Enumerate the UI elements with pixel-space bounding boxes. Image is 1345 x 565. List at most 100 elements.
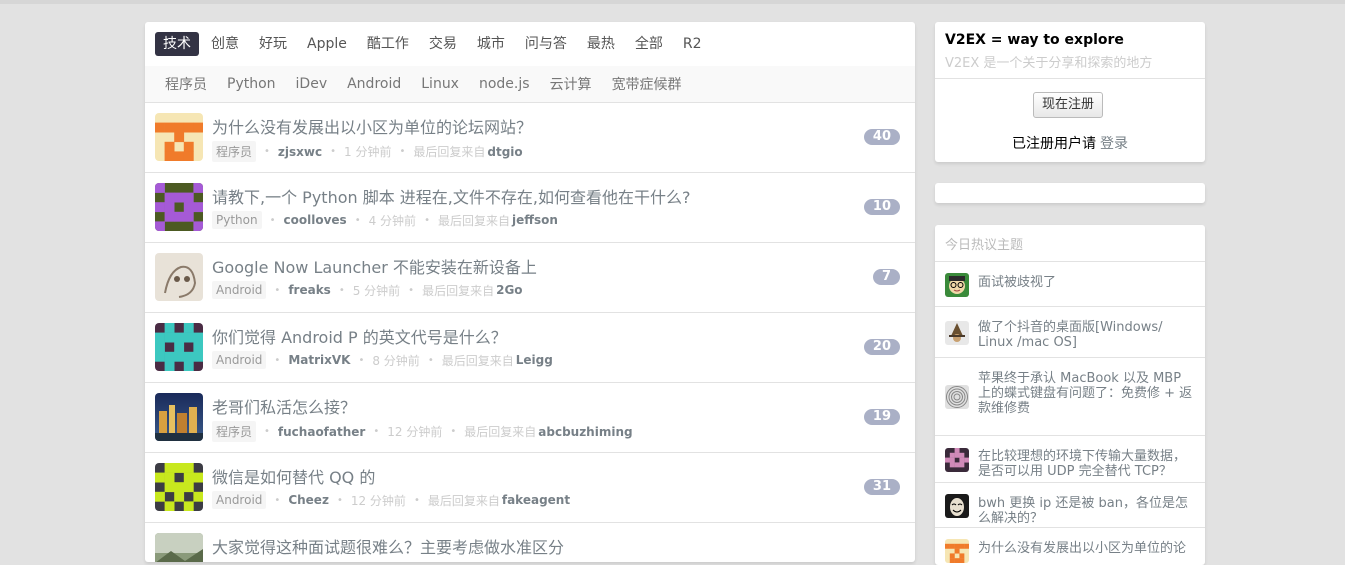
hot-topics-box: 今日热议主题 面试被歧视了 做了个抖音的桌面版[Windows/ Linux /m… [935,225,1205,565]
topic-row: 请教下,一个 Python 脚本 进程在,文件不存在,如何查看他在干什么? Pyt… [145,173,915,243]
wizard-avatar[interactable] [945,321,969,345]
site-description: V2EX 是一个关于分享和探索的地方 [945,56,1153,71]
reply-count-badge[interactable]: 19 [863,409,900,425]
welcome-box: V2EX = way to explore V2EX 是一个关于分享和探索的地方… [935,22,1205,162]
topic-title-link[interactable]: 大家觉得这种面试题很难么？主要考虑做水准区分 [212,534,564,558]
topic-row: 大家觉得这种面试题很难么？主要考虑做水准区分 [145,523,915,562]
node-tag[interactable]: 程序员 [212,141,257,162]
pink-pixel-avatar[interactable] [945,448,969,472]
mask-avatar[interactable] [945,494,969,518]
node-link-1[interactable]: Python [217,76,286,92]
separator-dot: • [408,284,415,296]
tab-10[interactable]: R2 [675,32,710,56]
node-link-6[interactable]: 云计算 [540,74,602,94]
separator-dot: • [358,354,365,366]
node-link-3[interactable]: Android [337,76,411,92]
author-link[interactable]: fuchaofather [278,425,365,439]
login-link[interactable]: 登录 [1100,136,1128,152]
tab-7[interactable]: 问与答 [517,32,575,56]
topic-list-box: 技术 创意 好玩 Apple 酷工作 交易 城市 问与答 最热 全部 R2 程序员 Python iDe… [145,22,915,562]
last-reply-user[interactable]: jeffson [512,213,558,227]
separator-dot: • [269,214,276,226]
node-tag[interactable]: Android [212,351,267,369]
last-reply-user[interactable]: Leigg [516,353,553,367]
last-reply-label: 最后回复来自 [441,353,514,368]
purple-pixel-avatar[interactable] [155,183,203,231]
reply-count-badge[interactable]: 20 [863,339,900,355]
separator-dot: • [264,426,270,437]
node-link-7[interactable]: 宽带症候群 [602,74,692,94]
node-tag[interactable]: Python [212,211,262,229]
topic-list: 为什么没有发展出以小区为单位的论坛网站？ 程序员 • zjsxwc • 1 分钟前 • 最后回… [145,103,915,562]
author-link[interactable]: coolloves [284,213,347,227]
post-time: 5 分钟前 [352,283,401,298]
tab-6[interactable]: 城市 [469,32,513,56]
last-reply-user[interactable]: abcbuzhiming [538,425,632,439]
post-time: 4 分钟前 [368,213,417,228]
last-reply-user[interactable]: 2Go [496,283,522,297]
sketch-avatar[interactable] [155,253,203,301]
tab-8[interactable]: 最热 [579,32,623,56]
topic-row: 你们觉得 Android P 的英文代号是什么？ Android • MatrixVK… [145,313,915,383]
topic-title-link[interactable]: 为什么没有发展出以小区为单位的论坛网站？ [212,114,532,138]
tab-5[interactable]: 交易 [421,32,465,56]
last-reply-label: 最后回复来自 [413,145,486,159]
author-link[interactable]: zjsxwc [278,145,322,159]
last-reply-label: 最后回复来自 [437,213,510,228]
teal-pixel-avatar[interactable] [155,323,203,371]
topic-meta: Android • MatrixVK • 8 分钟前 • 最后回复来自 Leigg [212,351,553,369]
last-reply-user[interactable]: fakeagent [502,493,570,507]
lime-pixel-avatar[interactable] [155,463,203,511]
node-link-5[interactable]: node.js [469,76,540,92]
tab-1[interactable]: 创意 [203,32,247,56]
hot-topic-link[interactable]: 做了个抖音的桌面版[Windows/ Linux /mac OS] [978,320,1193,350]
reply-count-badge[interactable]: 31 [863,479,900,495]
node-tag[interactable]: Android [212,491,267,509]
node-tag[interactable]: Android [212,281,267,299]
hot-topic-link[interactable]: bwh 更换 ip 还是被 ban，各位是怎么解决的？ [978,496,1193,526]
last-reply-user[interactable]: dtgio [487,145,522,159]
topic-meta: Python • coolloves • 4 分钟前 • 最后回复来自 jeffson [212,211,558,229]
glasses-face-avatar[interactable] [945,273,969,297]
fingerprint-avatar[interactable] [945,385,969,409]
orange-pixel-avatar[interactable] [945,539,969,563]
hot-topic-link[interactable]: 苹果终于承认 MacBook 以及 MBP 上的蝶式键盘有问题了：免费修 + 返… [978,371,1193,416]
tab-3[interactable]: Apple [299,32,355,56]
hot-topic-link[interactable]: 面试被歧视了 [978,275,1193,290]
separator-dot: • [424,214,430,226]
topic-title-link[interactable]: 你们觉得 Android P 的英文代号是什么？ [212,324,507,348]
landscape-photo-avatar[interactable] [155,533,203,562]
node-link-0[interactable]: 程序员 [155,74,217,94]
topic-title-link[interactable]: 请教下,一个 Python 脚本 进程在,文件不存在,如何查看他在干什么? [212,184,690,208]
separator-dot: • [336,494,343,506]
author-link[interactable]: Cheez [288,493,329,507]
reply-count-badge[interactable]: 10 [863,199,900,215]
topic-title-link[interactable]: Google Now Launcher 不能安装在新设备上 [212,254,537,278]
author-link[interactable]: MatrixVK [288,353,350,367]
hot-topic-link[interactable]: 在比较理想的环境下传输大量数据，是否可以用 UDP 完全替代 TCP？ [978,449,1193,479]
topic-meta: Android • freaks • 5 分钟前 • 最后回复来自 2Go [212,281,523,299]
topic-row: 为什么没有发展出以小区为单位的论坛网站？ 程序员 • zjsxwc • 1 分钟前 • 最后回… [145,103,915,173]
signup-button[interactable]: 现在注册 [1033,92,1104,118]
topic-row: 老哥们私活怎么接？ 程序员 • fuchaofather • 12 分钟前 • 最后回复来自 a… [145,383,915,453]
node-tag[interactable]: 程序员 [212,421,257,442]
tab-2[interactable]: 好玩 [251,32,295,56]
topic-title-link[interactable]: 老哥们私活怎么接？ [212,394,356,418]
tab-0[interactable]: 技术 [155,32,199,56]
tab-9[interactable]: 全部 [627,32,671,56]
separator-dot: • [274,284,281,296]
site-slogan: V2EX = way to explore [945,32,1124,48]
author-link[interactable]: freaks [288,283,331,297]
node-link-2[interactable]: iDev [286,76,338,92]
reply-count-badge[interactable]: 7 [872,269,900,285]
tab-4[interactable]: 酷工作 [359,32,417,56]
last-reply-label: 最后回复来自 [427,493,500,508]
city-photo-avatar[interactable] [155,393,203,441]
topic-title-link[interactable]: 微信是如何替代 QQ 的 [212,464,375,488]
reply-count-badge[interactable]: 40 [863,129,900,145]
separator-dot: • [354,214,361,226]
node-link-4[interactable]: Linux [411,76,469,92]
topic-meta: 程序员 • fuchaofather • 12 分钟前 • 最后回复来自 abcbuzhimi… [212,421,633,442]
divider [935,78,1205,79]
orange-pixel-avatar[interactable] [155,113,203,161]
